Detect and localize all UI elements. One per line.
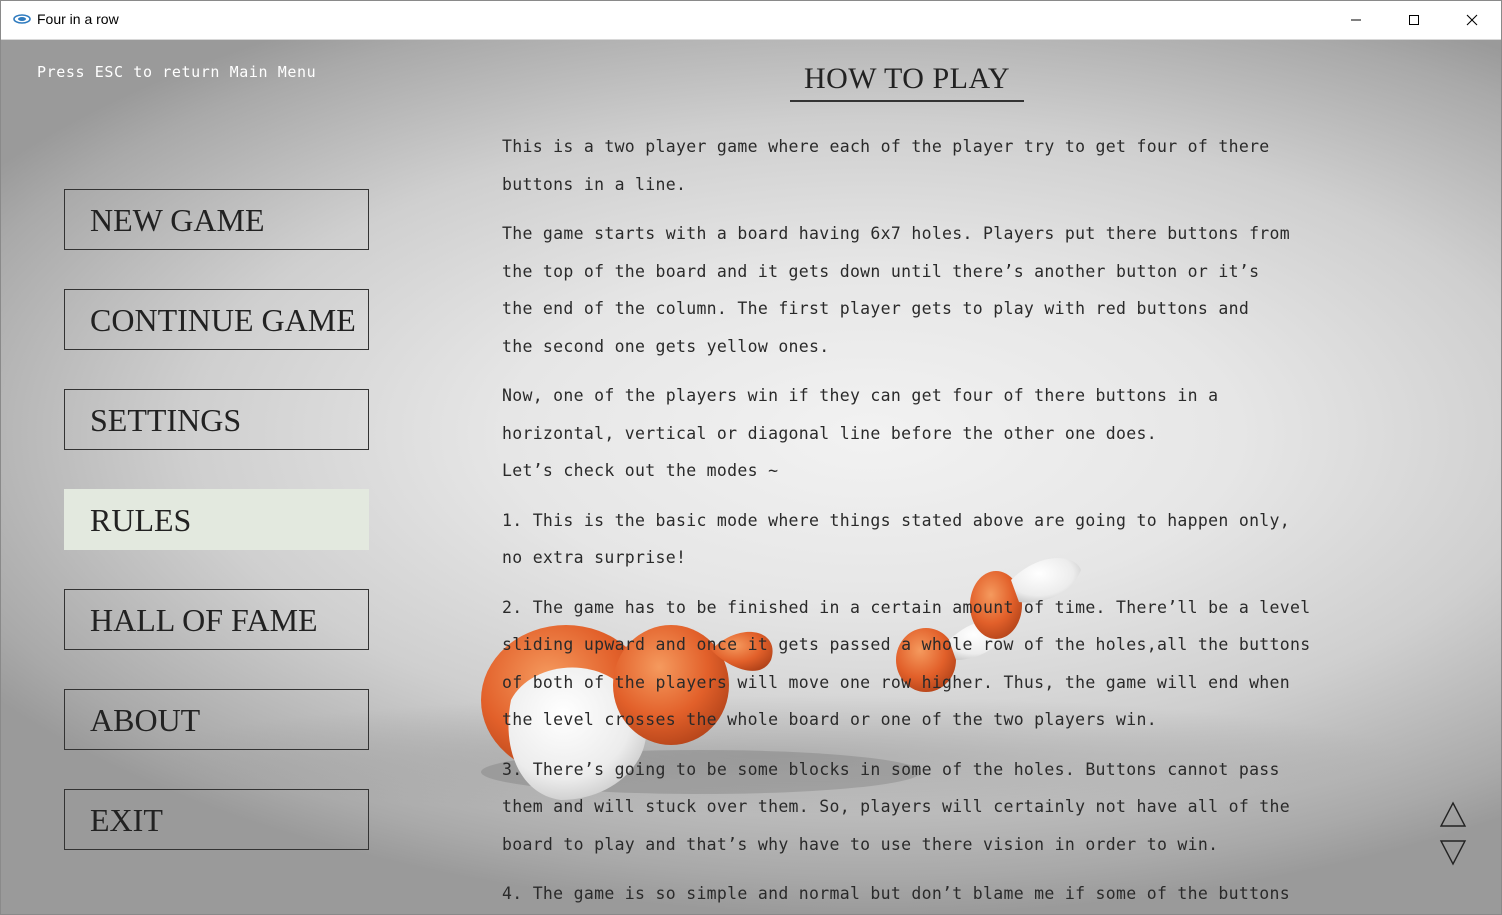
rules-paragraph: 1. This is the basic mode where things s… [502,510,1291,568]
rules-paragraph: This is a two player game where each of … [502,137,1270,194]
title-bar[interactable]: Four in a row [1,1,1501,40]
rules-paragraph: The game starts with a board having 6x7 … [502,224,1291,356]
triangle-up-icon[interactable] [1439,801,1467,829]
app-icon [13,14,31,24]
triangle-down-icon[interactable] [1439,838,1467,866]
page-title: HOW TO PLAY [790,62,1024,102]
maximize-icon [1409,15,1419,25]
game-content: Press ESC to return Main Menu NEW GAME C… [1,40,1501,914]
menu-new-game-button[interactable]: NEW GAME [64,189,369,250]
app-window: Four in a row Press ESC to return Main M… [0,0,1502,915]
close-button[interactable] [1443,1,1501,39]
rules-paragraph: 3. There’s going to be some blocks in so… [502,759,1291,854]
menu-continue-game-button[interactable]: CONTINUE GAME [64,289,369,350]
rules-paragraph: 4. The game is so simple and normal but … [502,884,1291,903]
rules-paragraph: 2. The game has to be finished in a cert… [502,597,1311,730]
minimize-button[interactable] [1327,1,1385,39]
menu-settings-button[interactable]: SETTINGS [64,389,369,450]
maximize-button[interactable] [1385,1,1443,39]
minimize-icon [1351,19,1361,21]
rules-paragraph: Now, one of the players win if they can … [502,386,1219,480]
window-title: Four in a row [37,11,119,27]
menu-exit-button[interactable]: EXIT [64,789,369,850]
rules-text-area[interactable]: This is a two player game where each of … [502,128,1422,914]
menu-hall-of-fame-button[interactable]: HALL OF FAME [64,589,369,650]
menu-about-button[interactable]: ABOUT [64,689,369,750]
menu-rules-button[interactable]: RULES [64,489,369,550]
close-icon [1466,14,1478,26]
esc-hint: Press ESC to return Main Menu [37,63,317,81]
